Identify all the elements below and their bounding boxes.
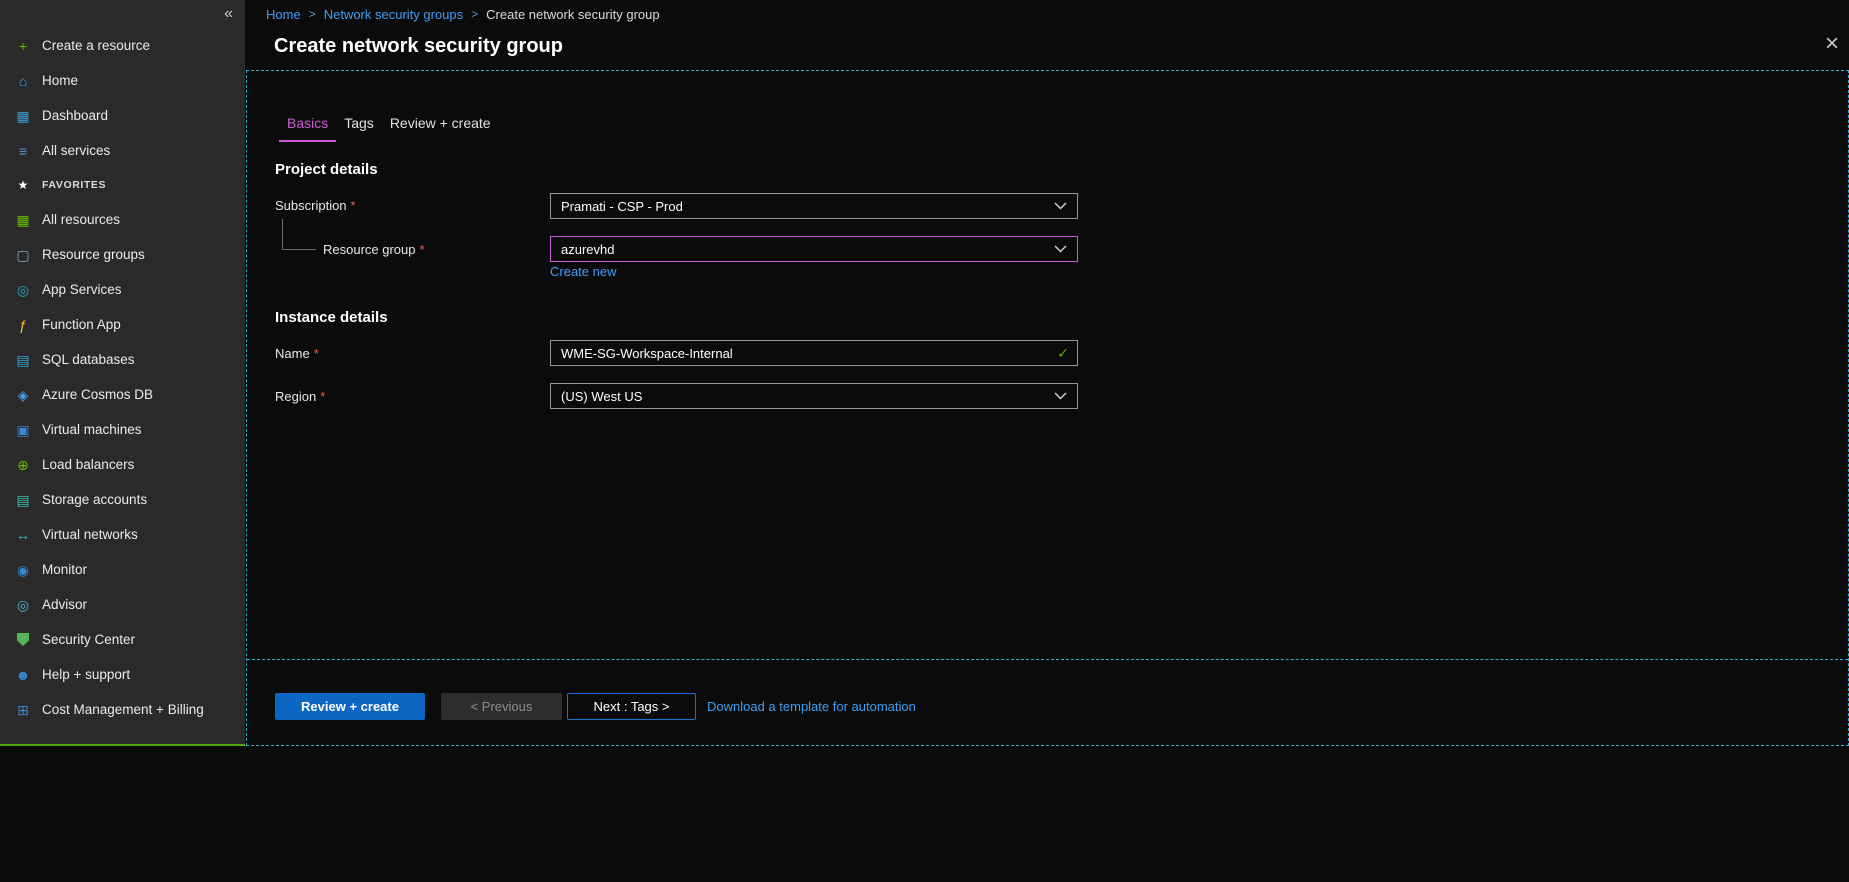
resource-group-connector-line	[282, 219, 316, 250]
review-create-button[interactable]: Review + create	[275, 693, 425, 720]
region-value: (US) West US	[561, 389, 1054, 404]
breadcrumb-separator: >	[309, 7, 316, 21]
name-label: Name*	[275, 346, 319, 361]
breadcrumb-separator: >	[471, 7, 478, 21]
chevron-down-icon	[1054, 392, 1067, 400]
sidebar-item-azure-cosmos-db[interactable]: ◈ Azure Cosmos DB	[0, 377, 245, 412]
chevron-down-icon	[1054, 245, 1067, 253]
region-dropdown[interactable]: (US) West US	[550, 383, 1078, 409]
cosmos-db-icon: ◈	[13, 388, 33, 402]
instance-details-heading: Instance details	[275, 309, 388, 326]
security-center-icon	[17, 633, 29, 646]
required-asterisk: *	[420, 242, 425, 257]
breadcrumb-item-home[interactable]: Home	[266, 7, 301, 22]
tab-tags[interactable]: Tags	[336, 115, 382, 142]
virtual-networks-icon: ↔	[13, 528, 33, 542]
resource-group-label: Resource group*	[323, 242, 425, 257]
function-app-icon: ƒ	[13, 318, 33, 332]
required-asterisk: *	[320, 389, 325, 404]
region-label: Region*	[275, 389, 325, 404]
sidebar-item-cost-management-billing[interactable]: ⊞ Cost Management + Billing	[0, 692, 245, 727]
tab-basics[interactable]: Basics	[279, 115, 336, 142]
azure-portal-window: « + Create a resource ⌂ Home ▦ Dashboard…	[0, 0, 1849, 882]
resource-group-dropdown[interactable]: azurevhd	[550, 236, 1078, 262]
sidebar-item-storage-accounts[interactable]: ▤ Storage accounts	[0, 482, 245, 517]
all-resources-icon: ▦	[13, 213, 33, 227]
sidebar-item-help-support[interactable]: ☻ Help + support	[0, 657, 245, 692]
all-services-icon: ≡	[13, 144, 33, 158]
content-panel: BasicsTagsReview + create Project detail…	[246, 70, 1849, 746]
resource-group-value: azurevhd	[561, 242, 1054, 257]
storage-accounts-icon: ▤	[13, 493, 33, 507]
sidebar-item-app-services[interactable]: ◎ App Services	[0, 272, 245, 307]
cost-management-icon: ⊞	[13, 703, 33, 717]
favorites-label: FAVORITES	[42, 179, 106, 191]
sidebar-item-sql-databases[interactable]: ▤ SQL databases	[0, 342, 245, 377]
name-field: ✓	[550, 340, 1078, 366]
sidebar-favorites-header: ★ FAVORITES	[0, 168, 245, 202]
page-title: Create network security group	[274, 35, 563, 58]
sidebar-item-advisor[interactable]: ◎ Advisor	[0, 587, 245, 622]
footer-separator	[247, 659, 1848, 660]
project-details-heading: Project details	[275, 161, 378, 178]
breadcrumb: Home > Network security groups > Create netw…	[245, 0, 1849, 28]
required-asterisk: *	[314, 346, 319, 361]
name-input[interactable]	[551, 341, 1057, 365]
sidebar-item-dashboard[interactable]: ▦ Dashboard	[0, 98, 245, 133]
create-new-link[interactable]: Create new	[550, 264, 616, 279]
app-services-icon: ◎	[13, 283, 33, 297]
sidebar: « + Create a resource ⌂ Home ▦ Dashboard…	[0, 0, 245, 746]
previous-button[interactable]: < Previous	[441, 693, 562, 720]
resource-groups-icon: ▢	[13, 248, 33, 262]
sidebar-item-virtual-networks[interactable]: ↔ Virtual networks	[0, 517, 245, 552]
required-asterisk: *	[351, 198, 356, 213]
tab-review-create[interactable]: Review + create	[382, 115, 499, 142]
sql-databases-icon: ▤	[13, 353, 33, 367]
subscription-value: Pramati - CSP - Prod	[561, 199, 1054, 214]
collapse-sidebar-icon[interactable]: «	[224, 6, 233, 22]
download-template-link[interactable]: Download a template for automation	[707, 693, 916, 720]
sidebar-item-create-a-resource[interactable]: + Create a resource	[0, 28, 245, 63]
tabs: BasicsTagsReview + create	[279, 115, 499, 142]
subscription-label: Subscription*	[275, 198, 356, 213]
sidebar-item-all-resources[interactable]: ▦ All resources	[0, 202, 245, 237]
plus-icon: +	[13, 39, 33, 53]
subscription-dropdown[interactable]: Pramati - CSP - Prod	[550, 193, 1078, 219]
sidebar-item-home[interactable]: ⌂ Home	[0, 63, 245, 98]
star-icon: ★	[13, 178, 33, 192]
sidebar-item-function-app[interactable]: ƒ Function App	[0, 307, 245, 342]
sidebar-item-monitor[interactable]: ◉ Monitor	[0, 552, 245, 587]
load-balancers-icon: ⊕	[13, 458, 33, 472]
sidebar-item-resource-groups[interactable]: ▢ Resource groups	[0, 237, 245, 272]
dashboard-icon: ▦	[13, 109, 33, 123]
advisor-icon: ◎	[13, 598, 33, 612]
sidebar-item-security-center[interactable]: Security Center	[0, 622, 245, 657]
virtual-machines-icon: ▣	[13, 423, 33, 437]
chevron-down-icon	[1054, 202, 1067, 210]
sidebar-top-items: + Create a resource ⌂ Home ▦ Dashboard ≡…	[0, 28, 245, 168]
home-icon: ⌂	[13, 74, 33, 88]
sidebar-item-virtual-machines[interactable]: ▣ Virtual machines	[0, 412, 245, 447]
sidebar-collapse-row: «	[0, 0, 245, 28]
valid-check-icon: ✓	[1057, 345, 1069, 362]
title-bar: Create network security group ×	[245, 28, 1849, 70]
monitor-icon: ◉	[13, 563, 33, 577]
sidebar-item-all-services[interactable]: ≡ All services	[0, 133, 245, 168]
sidebar-item-load-balancers[interactable]: ⊕ Load balancers	[0, 447, 245, 482]
breadcrumb-item-network-security-groups[interactable]: Network security groups	[324, 7, 463, 22]
sidebar-favorite-items: ▦ All resources ▢ Resource groups ◎ App …	[0, 202, 245, 727]
next-tags-button[interactable]: Next : Tags >	[567, 693, 696, 720]
close-icon[interactable]: ×	[1825, 32, 1839, 56]
breadcrumb-item-create-network-security-group: Create network security group	[486, 7, 659, 22]
help-support-icon: ☻	[13, 668, 33, 682]
